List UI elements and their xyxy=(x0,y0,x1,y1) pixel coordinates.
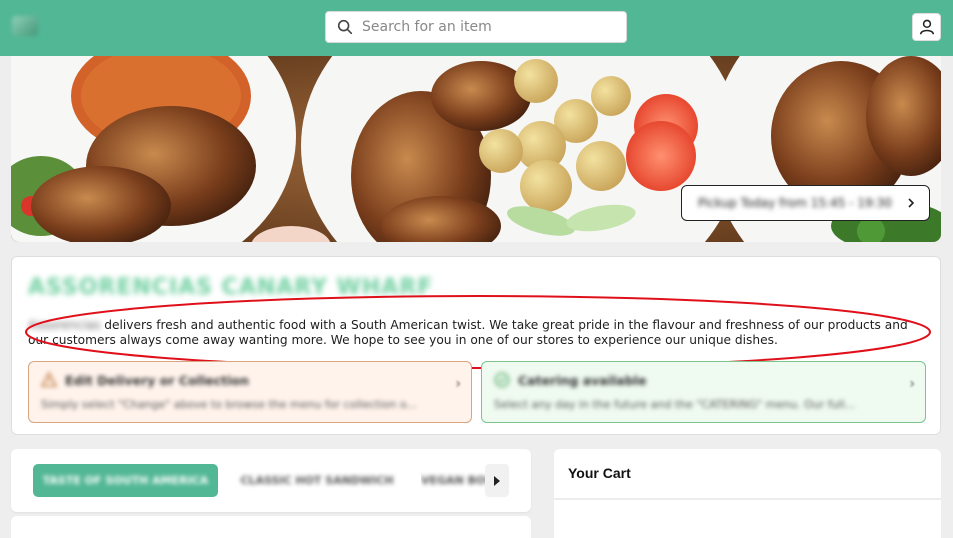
warning-icon xyxy=(41,372,57,387)
pickup-time-label: Pickup Today from 15:45 - 19:30 xyxy=(698,196,892,210)
chevron-right-icon: › xyxy=(455,376,461,392)
menu-list-card xyxy=(11,516,531,538)
pickup-time-button[interactable]: Pickup Today from 15:45 - 19:30 xyxy=(681,185,930,221)
delivery-collection-banner[interactable]: Edit Delivery or Collection Simply selec… xyxy=(28,361,472,423)
top-header xyxy=(0,0,953,56)
store-info-card: ASSORENCIAS CANARY WHARF Assorencias del… xyxy=(11,256,941,435)
caret-right-icon xyxy=(494,475,500,486)
category-label: VEGAN BOWLS xyxy=(421,474,491,487)
category-label: TASTE OF SOUTH AMERICA xyxy=(42,474,209,487)
chevron-right-icon: › xyxy=(909,376,915,392)
search-input[interactable] xyxy=(362,19,602,35)
category-tab-active[interactable]: TASTE OF SOUTH AMERICA xyxy=(33,464,218,497)
user-icon xyxy=(919,19,934,35)
account-button[interactable] xyxy=(912,13,941,41)
highlight-oval xyxy=(25,295,931,369)
cart-panel: Your Cart xyxy=(554,449,941,538)
promo-subtitle: Simply select "Change" above to browse t… xyxy=(41,398,417,411)
category-tabs: TASTE OF SOUTH AMERICA CLASSIC HOT SANDW… xyxy=(11,449,531,512)
chevron-right-icon xyxy=(908,198,915,208)
check-circle-icon xyxy=(494,372,510,388)
divider xyxy=(554,498,941,500)
promo-title: Catering available xyxy=(518,372,647,388)
category-tab[interactable]: CLASSIC HOT SANDWICH xyxy=(237,464,397,497)
category-label: CLASSIC HOT SANDWICH xyxy=(240,474,394,487)
search-icon xyxy=(337,19,353,35)
brand-logo-icon[interactable] xyxy=(12,16,38,36)
catering-banner[interactable]: Catering available Select any day in the… xyxy=(481,361,926,423)
promo-title: Edit Delivery or Collection xyxy=(65,372,249,388)
promo-subtitle: Select any day in the future and the "CA… xyxy=(494,398,856,411)
cart-title: Your Cart xyxy=(568,465,631,481)
category-tab[interactable]: VEGAN BOWLS xyxy=(421,464,491,497)
search-bar[interactable] xyxy=(325,11,627,43)
next-category-button[interactable] xyxy=(485,464,509,497)
